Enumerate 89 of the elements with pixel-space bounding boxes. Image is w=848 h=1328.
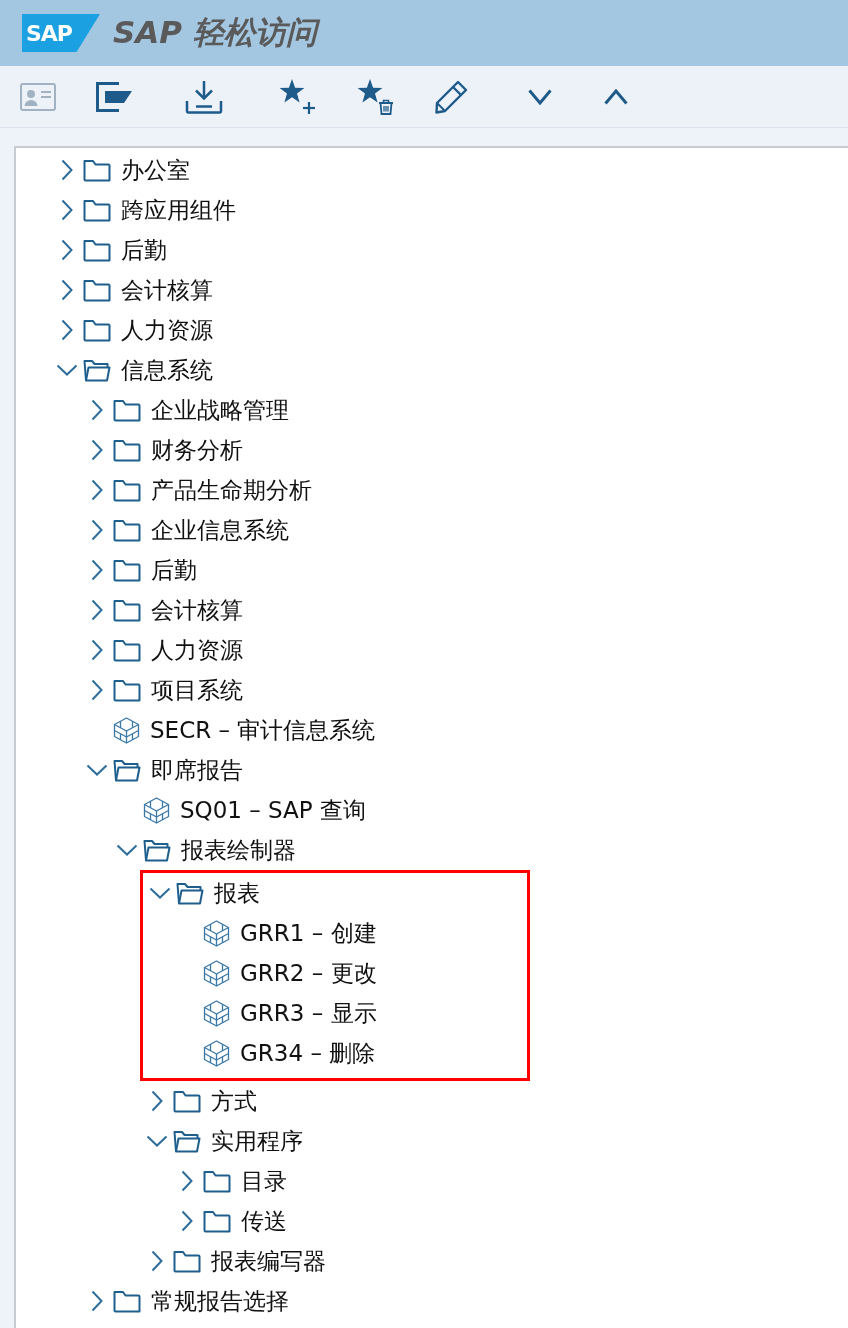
folder-icon[interactable] [96, 81, 132, 112]
chevron-right-icon[interactable] [90, 679, 103, 701]
tree-node-label[interactable]: SQ01 – SAP 查询 [180, 794, 367, 826]
star-plus-icon[interactable] [278, 78, 316, 115]
logo: SAP [22, 14, 100, 52]
open-folder-icon [143, 838, 171, 862]
folder-icon [113, 678, 141, 702]
chevron-right-icon[interactable] [180, 1170, 193, 1192]
folder-icon [83, 198, 111, 222]
tree-node-label[interactable]: GRR1 – 创建 [240, 917, 377, 949]
chevron-down-icon[interactable] [115, 844, 138, 856]
open-folder-icon [173, 1129, 201, 1153]
chevron-right-icon[interactable] [150, 1090, 163, 1112]
open-folder-icon [113, 758, 141, 782]
folder-icon [113, 518, 141, 542]
tree-node-label[interactable]: 后勤 [151, 554, 197, 586]
pencil-icon[interactable] [434, 79, 468, 114]
folder-icon [83, 158, 111, 182]
tree-node-label[interactable]: 信息系统 [121, 354, 213, 386]
chevron-right-icon[interactable] [90, 639, 103, 661]
tree-node-label[interactable]: 即席报告 [151, 754, 243, 786]
chevron-down-icon[interactable] [528, 88, 552, 105]
chevron-right-icon[interactable] [90, 599, 103, 621]
tree-node-label[interactable]: 方式 [211, 1085, 257, 1117]
tree-node-label[interactable]: 人力资源 [151, 634, 243, 666]
chevron-down-icon[interactable] [85, 764, 108, 776]
folder-icon [113, 478, 141, 502]
tree-node-label[interactable]: 企业战略管理 [151, 394, 289, 426]
tree-node-label[interactable]: 会计核算 [151, 594, 243, 626]
tree-node-label[interactable]: 会计核算 [121, 274, 213, 306]
cube-icon [203, 919, 230, 947]
folder-icon [113, 598, 141, 622]
chevron-right-icon[interactable] [90, 519, 103, 541]
folder-icon [113, 1289, 141, 1313]
chevron-right-icon[interactable] [60, 239, 73, 261]
tree-node-label[interactable]: 企业信息系统 [151, 514, 289, 546]
tree-node-label[interactable]: SECR – 审计信息系统 [150, 714, 376, 746]
tree-node-label[interactable]: GRR3 – 显示 [240, 997, 377, 1029]
folder-icon [113, 438, 141, 462]
tree-node-label[interactable]: 传送 [241, 1205, 287, 1237]
folder-icon [83, 238, 111, 262]
tree-node-label[interactable]: GR34 – 删除 [240, 1037, 376, 1069]
folder-icon [113, 558, 141, 582]
tree-node-label[interactable]: 产品生命期分析 [151, 474, 312, 506]
folder-icon [173, 1089, 201, 1113]
tree-node-label[interactable]: 项目系统 [151, 674, 243, 706]
chevron-right-icon[interactable] [90, 1290, 103, 1312]
cube-icon [203, 999, 230, 1027]
download-icon[interactable] [185, 79, 223, 114]
tree-node-label[interactable]: 实用程序 [211, 1125, 303, 1157]
folder-icon [113, 398, 141, 422]
tree-node-label[interactable]: 报表编写器 [211, 1245, 326, 1277]
chevron-right-icon[interactable] [180, 1210, 193, 1232]
tree-node-label[interactable]: 报表 [214, 877, 260, 909]
cube-icon [203, 959, 230, 987]
folder-icon [83, 318, 111, 342]
open-folder-icon [83, 358, 111, 382]
star-trash-icon[interactable] [356, 78, 394, 115]
folder-icon [203, 1169, 231, 1193]
tree-node-label[interactable]: 办公室 [121, 154, 190, 186]
chevron-down-icon[interactable] [55, 364, 78, 376]
chevron-right-icon[interactable] [150, 1250, 163, 1272]
chevron-right-icon[interactable] [60, 199, 73, 221]
cube-icon [113, 716, 140, 744]
tree-node-label[interactable]: GRR2 – 更改 [240, 957, 377, 989]
cube-icon [143, 796, 170, 824]
tree-node-label[interactable]: 财务分析 [151, 434, 243, 466]
chevron-right-icon[interactable] [90, 559, 103, 581]
chevron-right-icon[interactable] [60, 159, 73, 181]
chevron-right-icon[interactable] [60, 279, 73, 301]
tree-node-label[interactable]: 报表绘制器 [181, 834, 296, 866]
tree-node-label[interactable]: 跨应用组件 [121, 194, 236, 226]
chevron-down-icon[interactable] [148, 887, 171, 899]
tree-node-label[interactable]: 后勤 [121, 234, 167, 266]
tree-node-label[interactable]: 目录 [241, 1165, 287, 1197]
chevron-up-icon[interactable] [604, 88, 628, 105]
tree-node-label[interactable]: 人力资源 [121, 314, 213, 346]
folder-icon [113, 638, 141, 662]
folder-icon [83, 278, 111, 302]
chevron-right-icon[interactable] [90, 399, 103, 421]
chevron-right-icon[interactable] [60, 319, 73, 341]
folder-icon [173, 1249, 201, 1273]
tree-node-label[interactable]: 常规报告选择 [151, 1285, 289, 1317]
chevron-down-icon[interactable] [145, 1135, 168, 1147]
chevron-right-icon[interactable] [90, 479, 103, 501]
open-folder-icon [176, 881, 204, 905]
cube-icon [203, 1039, 230, 1067]
chevron-right-icon[interactable] [90, 439, 103, 461]
folder-icon [203, 1209, 231, 1233]
